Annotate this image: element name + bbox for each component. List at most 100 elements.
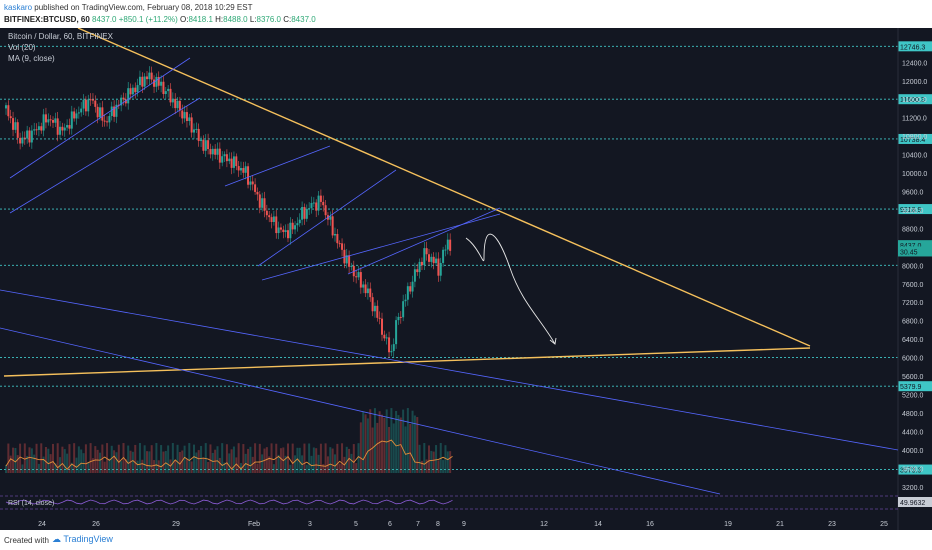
candle-body: [348, 255, 351, 267]
volume-bar: [352, 444, 355, 473]
volume-bar: [249, 446, 252, 473]
volume-bar: [207, 461, 210, 473]
candle-body: [174, 98, 177, 109]
tradingview-logo[interactable]: ☁ TradingView: [52, 534, 113, 545]
candle-body: [319, 195, 322, 202]
candle-body: [359, 272, 362, 288]
volume-bar: [409, 423, 412, 473]
volume-bar: [89, 443, 92, 473]
candle-body: [209, 149, 212, 155]
volume-bar: [115, 452, 118, 473]
volume-bar: [143, 445, 146, 473]
candle-body: [150, 72, 153, 80]
volume-bar: [294, 455, 297, 473]
volume-bar: [73, 443, 76, 473]
projection-arrow: [465, 233, 556, 345]
candle-body: [225, 154, 228, 162]
volume-bar: [345, 446, 348, 473]
volume-bar: [174, 460, 177, 473]
price-chart[interactable]: 12746.3 11600.3 10738.4 9218.9 5379.9 3573.3 3…: [0, 28, 932, 530]
x-tick-6: 6: [388, 521, 392, 528]
candle-body: [237, 166, 240, 171]
candle-body: [84, 99, 87, 112]
volume-bar: [331, 448, 334, 473]
volume-bar: [308, 443, 311, 473]
volume-bar: [14, 447, 17, 473]
candle-body: [402, 301, 405, 318]
candle-body: [200, 139, 203, 142]
volume-bar: [28, 447, 31, 473]
volume-bar: [157, 460, 160, 473]
candle-body: [167, 88, 170, 92]
y-tick-11: 7600.0: [902, 282, 924, 289]
candle-body: [89, 99, 92, 101]
volume-bar: [150, 445, 153, 473]
chart-canvas[interactable]: 12746.311600.310738.49218.95379.93573.33…: [0, 28, 932, 530]
volume-bar: [188, 443, 191, 473]
price-change: +850.1 (+11.2%): [118, 15, 178, 24]
x-tick-9: 9: [462, 521, 466, 528]
candle-body: [23, 137, 26, 139]
candle-body: [87, 99, 90, 112]
candle-body: [127, 88, 130, 104]
candle-body: [52, 120, 54, 123]
descending-trendline: [77, 28, 811, 347]
candle-body: [397, 316, 400, 321]
candle-body: [12, 118, 15, 130]
volume-bar: [279, 448, 282, 473]
volume-bar: [373, 408, 376, 473]
candle-body: [413, 269, 416, 282]
candle-body: [449, 239, 452, 251]
author-link[interactable]: kaskaro: [4, 3, 32, 12]
volume-bar: [303, 443, 306, 473]
volume-bar: [211, 452, 214, 473]
volume-bar: [338, 463, 341, 473]
volume-bar: [47, 448, 50, 473]
volume-bar: [49, 454, 52, 473]
volume-bar: [87, 462, 90, 473]
chart-legend: Bitcoin / Dollar, 60, BITFINEX Vol (20) …: [8, 31, 113, 64]
candle-body: [294, 225, 297, 230]
volume-bar: [369, 409, 372, 473]
candle-body: [244, 166, 247, 173]
candle-body: [232, 156, 235, 168]
candle-body: [416, 269, 419, 273]
candle-body: [376, 305, 379, 318]
y-tick-9: 6800.0: [902, 319, 924, 326]
y-tick-5: 5200.0: [902, 392, 924, 399]
volume-bar: [258, 443, 261, 473]
candle-body: [5, 105, 7, 109]
candle-body: [122, 97, 125, 100]
candle-body: [334, 233, 336, 236]
candle-body: [26, 130, 29, 139]
candle-body: [66, 125, 69, 128]
candle-body: [190, 117, 193, 133]
volume-bar: [270, 443, 273, 473]
candle-body: [61, 126, 64, 131]
candle-body: [30, 130, 33, 143]
volume-bar: [242, 444, 245, 473]
volume-bar: [80, 449, 83, 473]
candle-body: [315, 202, 318, 211]
candle-body: [35, 129, 38, 131]
volume-bar: [404, 426, 407, 473]
candle-body: [279, 227, 282, 230]
candle-body: [355, 276, 358, 278]
candle-body: [28, 130, 31, 143]
candle-body: [134, 87, 137, 93]
volume-bar: [437, 460, 440, 473]
volume-bar: [416, 417, 419, 473]
volume-bar: [218, 457, 221, 473]
volume-bar: [77, 446, 80, 473]
candle-body: [204, 140, 207, 151]
legend-title: Bitcoin / Dollar, 60, BITFINEX: [8, 32, 113, 41]
volume-bar: [237, 443, 240, 473]
candle-body: [381, 318, 383, 335]
candle-body: [16, 122, 19, 138]
x-tick-7: 7: [416, 521, 420, 528]
ascending-trendline: [3, 347, 811, 377]
candle-body: [336, 233, 339, 244]
candle-body: [19, 137, 22, 144]
channel-line-5: [257, 169, 397, 267]
candle-body: [42, 114, 45, 131]
